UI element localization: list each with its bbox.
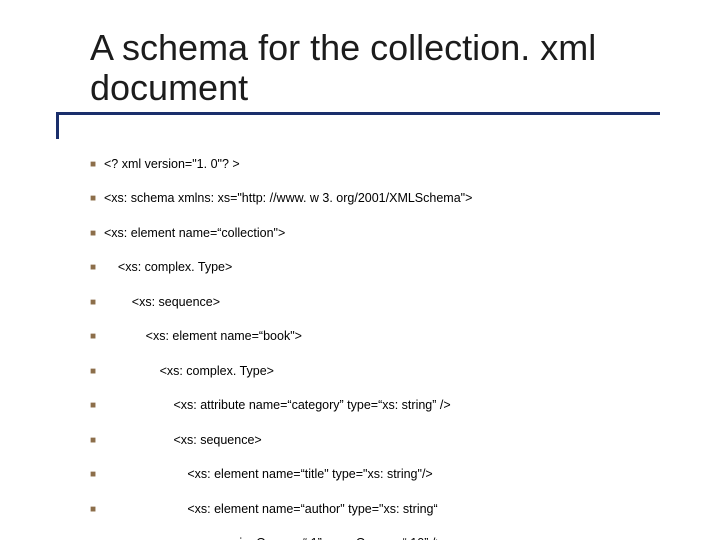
- code-text: <? xml version="1. 0"? >: [104, 157, 240, 171]
- code-text: <xs: complex. Type>: [104, 364, 274, 378]
- bullet-icon: ■: [90, 330, 104, 344]
- code-line: ■ <xs: attribute name=“category” type=“x…: [90, 397, 670, 414]
- code-text: <xs: attribute name=“category” type=“xs:…: [104, 398, 451, 412]
- slide: A schema for the collection. xml documen…: [0, 0, 720, 540]
- bullet-icon: ■: [90, 261, 104, 275]
- code-text: <xs: sequence>: [104, 433, 262, 447]
- code-text: min. Occurs=“ 1” max. Occurs=“ 10” />: [104, 536, 443, 540]
- code-text: <xs: element name=“book">: [104, 329, 302, 343]
- title-line-1: A schema for the collection. xml: [90, 27, 596, 68]
- code-line: ■ <xs: sequence>: [90, 432, 670, 449]
- bullet-icon: ■: [90, 365, 104, 379]
- title-underline: [56, 112, 660, 115]
- title-wrap: A schema for the collection. xml documen…: [90, 28, 670, 109]
- bullet-icon: ■: [90, 399, 104, 413]
- bullet-icon: ■: [90, 468, 104, 482]
- code-line: ■ <xs: element name=“book">: [90, 328, 670, 345]
- bullet-icon: ■: [90, 158, 104, 172]
- bullet-icon: ■: [90, 296, 104, 310]
- code-line: ■<xs: element name=“collection">: [90, 225, 670, 242]
- code-line: ■<? xml version="1. 0"? >: [90, 156, 670, 173]
- bullet-icon: ■: [90, 227, 104, 241]
- code-line: ■ <xs: element name=“title" type="xs: st…: [90, 466, 670, 483]
- code-text: <xs: element name=“title" type="xs: stri…: [104, 467, 433, 481]
- code-line: ■ <xs: element name=“author" type="xs: s…: [90, 501, 670, 518]
- bullet-icon: ■: [90, 192, 104, 206]
- code-line: ■ <xs: complex. Type>: [90, 259, 670, 276]
- code-text: <xs: element name=“collection">: [104, 226, 285, 240]
- slide-title: A schema for the collection. xml documen…: [90, 28, 670, 109]
- code-line: ■ <xs: sequence>: [90, 294, 670, 311]
- xml-code-block: ■<? xml version="1. 0"? > ■<xs: schema x…: [90, 139, 670, 540]
- code-text: <xs: element name=“author" type="xs: str…: [104, 502, 438, 516]
- code-line: ■ min. Occurs=“ 1” max. Occurs=“ 10” />: [90, 535, 670, 540]
- code-line: ■<xs: schema xmlns: xs="http: //www. w 3…: [90, 190, 670, 207]
- bullet-icon: ■: [90, 434, 104, 448]
- code-text: <xs: sequence>: [104, 295, 220, 309]
- code-text: <xs: complex. Type>: [104, 260, 232, 274]
- title-tick: [56, 115, 59, 139]
- title-line-2: document: [90, 67, 248, 108]
- bullet-icon: ■: [90, 503, 104, 517]
- code-text: <xs: schema xmlns: xs="http: //www. w 3.…: [104, 191, 472, 205]
- code-line: ■ <xs: complex. Type>: [90, 363, 670, 380]
